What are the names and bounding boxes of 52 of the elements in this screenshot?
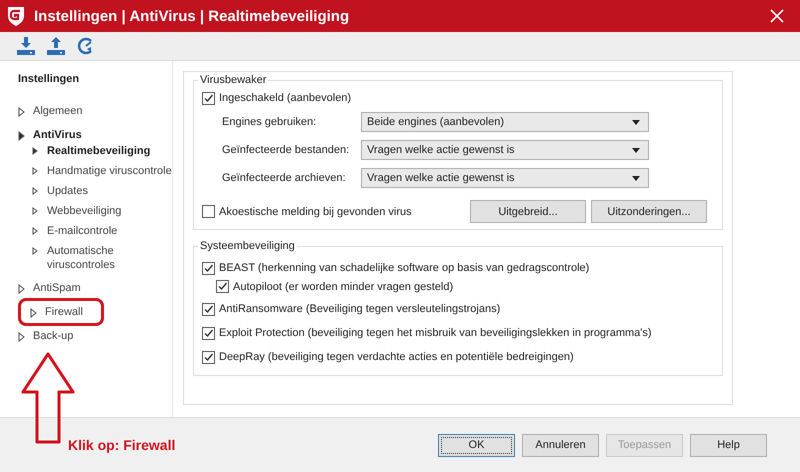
checkbox-box[interactable] xyxy=(202,326,215,340)
tree-item[interactable]: Webbeveiliging xyxy=(18,204,172,224)
checkbox[interactable]: Exploit Protection (beveiliging tegen het misbruik van beveiligingslekken in programma's) xyxy=(202,323,712,343)
checkbox[interactable]: DeepRay (beveiliging tegen verdachte acties en potentiële bedreigingen) xyxy=(202,347,712,367)
expand-arrow-icon xyxy=(30,308,37,318)
tree-item[interactable]: E-mailcontrole xyxy=(18,224,172,244)
callout-text: Klik op: Firewall xyxy=(68,437,176,453)
checkbox-box[interactable] xyxy=(202,262,215,274)
tree-item[interactable]: AntiVirus xyxy=(6,123,103,144)
caret-icon xyxy=(632,176,640,180)
dropdown[interactable]: Vragen welke actie gewenst is xyxy=(361,168,649,188)
field-label: Geïnfecteerde archieven: xyxy=(222,172,347,184)
expand-arrow-icon xyxy=(18,332,25,342)
download-icon[interactable] xyxy=(16,36,36,56)
option-button[interactable]: Uitzonderingen... xyxy=(591,200,707,223)
tree-item[interactable]: Firewall xyxy=(18,298,104,326)
dropdown[interactable]: Beide engines (aanbevolen) xyxy=(361,112,649,132)
checkbox[interactable]: BEAST (herkenning van schadelijke software op basis van gedragscontrole) xyxy=(202,258,712,278)
checkbox-box[interactable] xyxy=(202,302,215,316)
checkbox[interactable]: Autopiloot (er worden minder vragen gesteld) xyxy=(202,278,712,295)
caret-icon xyxy=(632,148,640,152)
dialog-button[interactable]: Annuleren xyxy=(522,434,599,456)
checkbox[interactable]: Akoestische melding bij gevonden virus xyxy=(202,202,470,222)
dropdown[interactable]: Vragen welke actie gewenst is xyxy=(361,140,649,160)
shield-logo-icon xyxy=(6,5,26,27)
tree-item[interactable]: Handmatige viruscontrole xyxy=(18,164,172,184)
checkbox-box[interactable] xyxy=(202,92,215,104)
tree-item[interactable]: Realtimebeveiliging xyxy=(18,144,172,164)
group-title: Systeembeveiliging xyxy=(199,240,296,252)
expand-arrow-icon xyxy=(18,284,25,294)
field-label: Geïnfecteerde bestanden: xyxy=(222,144,350,156)
caret-icon xyxy=(632,120,640,124)
tree-item[interactable]: AntiSpam xyxy=(6,276,102,300)
dialog-button[interactable]: OK xyxy=(438,434,515,456)
tree-item[interactable]: Back-up xyxy=(6,324,94,348)
upload-icon[interactable] xyxy=(46,36,66,56)
tree-item[interactable]: Algemeen xyxy=(6,99,104,123)
expand-arrow-icon xyxy=(18,107,25,117)
checkbox[interactable]: AntiRansomware (Beveiliging tegen versleutelingstrojans) xyxy=(202,299,712,319)
tree-item[interactable]: Automatische viruscontroles xyxy=(18,244,172,276)
group-title: Virusbewaker xyxy=(199,74,268,86)
checkbox-box[interactable] xyxy=(202,205,215,218)
field-label: Engines gebruiken: xyxy=(222,116,318,128)
checkbox-box[interactable] xyxy=(202,350,215,364)
close-icon[interactable] xyxy=(770,9,784,23)
sidebar-heading: Instellingen xyxy=(18,73,80,87)
checkbox[interactable]: Ingeschakeld (aanbevolen) xyxy=(202,88,712,108)
window-title: Instellingen | AntiVirus | Realtimebeveiliging xyxy=(34,8,350,24)
dialog-button[interactable]: Help xyxy=(690,434,767,456)
option-button[interactable]: Uitgebreid... xyxy=(470,200,586,223)
tree-item[interactable]: Updates xyxy=(18,184,172,204)
checkbox-box[interactable] xyxy=(216,280,229,293)
